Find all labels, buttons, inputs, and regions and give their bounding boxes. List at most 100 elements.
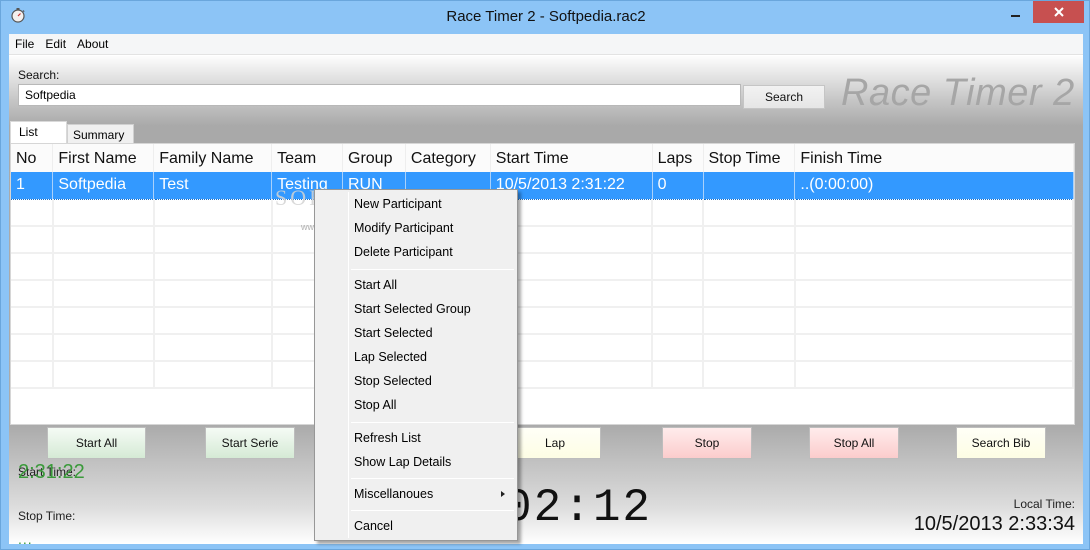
table-cell (52, 253, 155, 281)
menu-item-new-participant[interactable]: New Participant (317, 193, 515, 215)
stop-all-button[interactable]: Stop All (809, 427, 899, 459)
table-row-empty[interactable] (11, 253, 1074, 281)
table-cell (703, 226, 796, 254)
column-header-first-name[interactable]: First Name (52, 144, 155, 172)
table-row[interactable]: 1 Softpedia Test Testing RUN 10/5/2013 2… (11, 172, 1074, 200)
cell-laps: 0 (652, 172, 704, 200)
table-cell (794, 199, 1074, 227)
column-header-group[interactable]: Group (342, 144, 406, 172)
menu-item-delete-participant[interactable]: Delete Participant (317, 241, 515, 263)
table-cell (703, 307, 796, 335)
elapsed-clock: 02:12 (504, 482, 653, 534)
table-cell (153, 334, 273, 362)
minimize-button[interactable] (1002, 1, 1028, 25)
table-row-empty[interactable] (11, 361, 1074, 389)
close-button[interactable] (1033, 1, 1084, 23)
column-header-laps[interactable]: Laps (652, 144, 704, 172)
column-header-family-name[interactable]: Family Name (153, 144, 273, 172)
menu-item-start-selected[interactable]: Start Selected (317, 322, 515, 344)
lap-button[interactable]: Lap (509, 427, 601, 459)
title-bar[interactable]: Race Timer 2 - Softpedia.rac2 (1, 1, 1090, 34)
table-cell (794, 226, 1074, 254)
table-cell (153, 199, 273, 227)
table-cell (794, 334, 1074, 362)
start-all-button[interactable]: Start All (47, 427, 146, 459)
window-title: Race Timer 2 - Softpedia.rac2 (446, 8, 646, 25)
table-cell (652, 253, 704, 281)
tab-strip: List Summary (10, 121, 134, 144)
table-row-empty[interactable] (11, 199, 1074, 227)
menu-about[interactable]: About (77, 37, 108, 51)
table-cell (52, 307, 155, 335)
table-cell (153, 226, 273, 254)
search-bib-button[interactable]: Search Bib (956, 427, 1046, 459)
search-button[interactable]: Search (743, 85, 825, 109)
table-cell (703, 361, 796, 389)
submenu-arrow-icon (501, 491, 505, 497)
menu-separator (351, 478, 514, 479)
cell-first-name: Softpedia (52, 172, 155, 200)
table-cell (52, 361, 155, 389)
cell-stop-time (703, 172, 796, 200)
menu-item-start-all[interactable]: Start All (317, 274, 515, 296)
table-cell (794, 253, 1074, 281)
table-cell (52, 334, 155, 362)
table-row-empty[interactable] (11, 334, 1074, 362)
table-cell (11, 199, 54, 227)
column-header-start-time[interactable]: Start Time (490, 144, 653, 172)
menu-item-cancel[interactable]: Cancel (317, 515, 515, 537)
table-cell (652, 307, 704, 335)
start-time-value: 2:31:22 (18, 461, 85, 483)
menu-separator (351, 269, 514, 270)
menu-separator (351, 510, 514, 511)
column-header-finish-time[interactable]: Finish Time (794, 144, 1074, 172)
search-label: Search: (18, 68, 60, 82)
menu-item-modify-participant[interactable]: Modify Participant (317, 217, 515, 239)
table-cell (652, 199, 704, 227)
menu-item-stop-all[interactable]: Stop All (317, 394, 515, 416)
table-row-empty[interactable] (11, 226, 1074, 254)
table-cell (652, 361, 704, 389)
table-cell (52, 280, 155, 308)
table-cell (11, 280, 54, 308)
menu-file[interactable]: File (15, 37, 34, 51)
menu-item-stop-selected[interactable]: Stop Selected (317, 370, 515, 392)
table-row-empty[interactable] (11, 280, 1074, 308)
table-cell (153, 361, 273, 389)
table-body: 1 Softpedia Test Testing RUN 10/5/2013 2… (11, 172, 1074, 389)
table-row-empty[interactable] (11, 307, 1074, 335)
stop-time-label: Stop Time: (18, 509, 76, 523)
table-cell (794, 307, 1074, 335)
local-time-value: 10/5/2013 2:33:34 (913, 513, 1075, 535)
participants-table: No First Name Family Name Team Group Cat… (10, 143, 1075, 425)
tab-summary[interactable]: Summary (67, 124, 134, 144)
column-header-stop-time[interactable]: Stop Time (703, 144, 796, 172)
table-header-row: No First Name Family Name Team Group Cat… (11, 144, 1074, 172)
column-header-no[interactable]: No (11, 144, 54, 172)
close-icon (1053, 7, 1064, 17)
minimize-icon (1010, 15, 1020, 17)
tab-list[interactable]: List (10, 121, 67, 143)
search-input[interactable] (18, 84, 741, 106)
column-header-category[interactable]: Category (405, 144, 491, 172)
menu-edit[interactable]: Edit (45, 37, 66, 51)
table-cell (11, 361, 54, 389)
client-area: File Edit About Search: Search Race Time… (9, 34, 1083, 547)
menu-item-miscellaneous[interactable]: Miscellanoues (317, 483, 515, 505)
brand-logo-text: Race Timer 2 (841, 72, 1075, 114)
table-cell (703, 199, 796, 227)
table-cell (11, 226, 54, 254)
menu-bar: File Edit About (9, 34, 1083, 55)
menu-item-show-lap-details[interactable]: Show Lap Details (317, 451, 515, 473)
start-serie-button[interactable]: Start Serie (205, 427, 295, 459)
table-cell (11, 307, 54, 335)
menu-item-lap-selected[interactable]: Lap Selected (317, 346, 515, 368)
stop-button[interactable]: Stop (662, 427, 752, 459)
menu-item-miscellaneous-label: Miscellanoues (354, 487, 434, 501)
column-header-team[interactable]: Team (271, 144, 343, 172)
menu-separator (351, 422, 514, 423)
main-panel: Search: Search Race Timer 2 List Summary… (9, 56, 1083, 547)
menu-item-refresh-list[interactable]: Refresh List (317, 427, 515, 449)
cell-finish-time: ..(0:00:00) (794, 172, 1074, 200)
menu-item-start-selected-group[interactable]: Start Selected Group (317, 298, 515, 320)
